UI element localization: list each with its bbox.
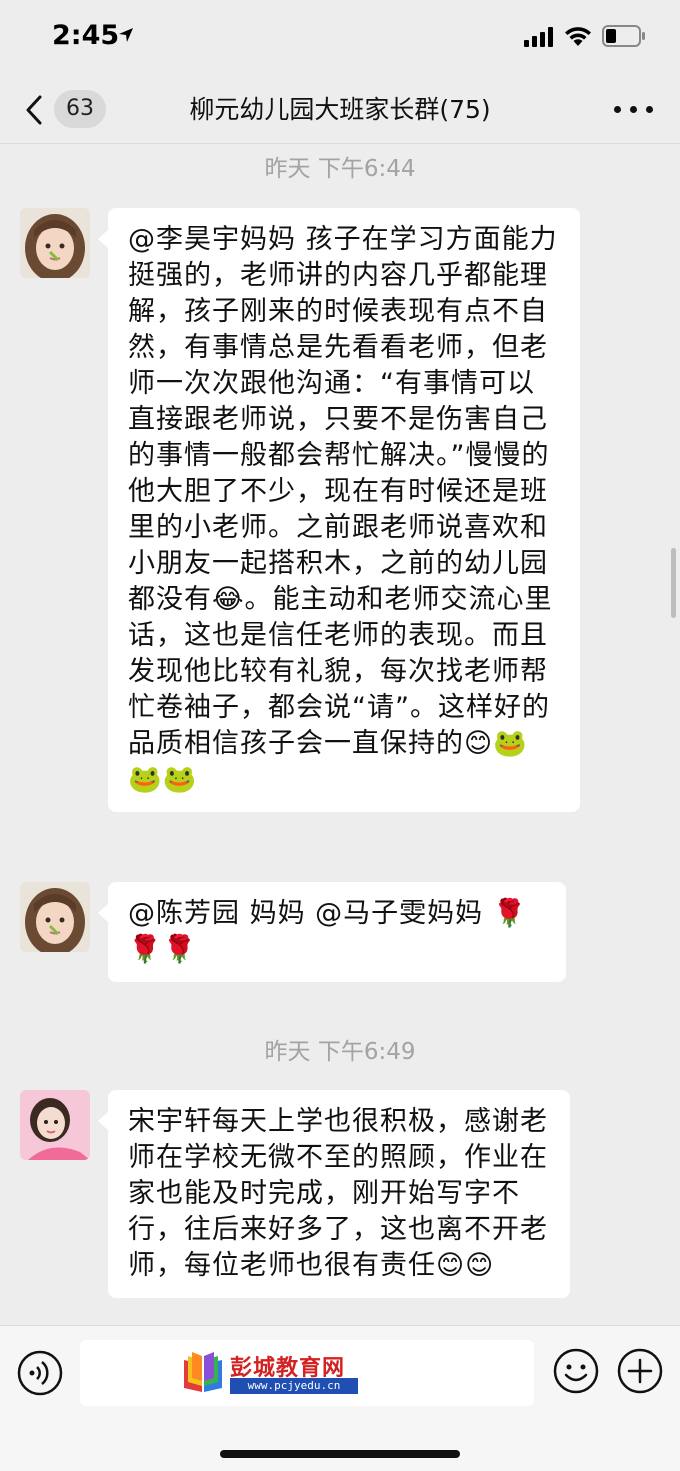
message-text: @陈芳园 妈妈 @马子雯妈妈 🌹🌹🌹 [128,898,528,965]
book-logo-icon [184,1352,222,1392]
emoji-icon[interactable] [553,1348,599,1394]
message-bubble[interactable]: 宋宇轩每天上学也很积极，感谢老师在学校无微不至的照顾，作业在家也能及时完成，刚开… [98,1090,570,1298]
message-bubble[interactable]: @陈芳园 妈妈 @马子雯妈妈 🌹🌹🌹 [98,882,566,982]
home-indicator[interactable] [220,1450,460,1458]
chat-header: 63 柳元幼儿园大班家长群(75) [0,76,680,144]
avatar[interactable] [20,1090,90,1160]
avatar[interactable] [20,882,90,952]
watermark-url: www.pcjyedu.cn [230,1378,358,1394]
voice-input-icon[interactable] [17,1350,63,1396]
message-input[interactable]: 彭城教育网 www.pcjyedu.cn [80,1340,534,1406]
back-arrow-icon[interactable] [22,94,48,126]
chat-title: 柳元幼儿园大班家长群(75) [189,95,491,124]
timestamp: 昨天 下午6:49 [264,1039,416,1065]
wifi-icon [565,27,591,46]
timestamp: 昨天 下午6:44 [264,156,416,182]
input-bar: 彭城教育网 www.pcjyedu.cn [0,1325,680,1471]
location-arrow-icon [119,28,133,42]
message-list[interactable]: 昨天 下午6:44 @李昊宇妈妈 孩子在学习方面能力挺强的，老师讲的内容几乎都能… [0,145,680,1325]
watermark-logo: 彭城教育网 www.pcjyedu.cn [180,1348,370,1398]
message-text: @李昊宇妈妈 孩子在学习方面能力挺强的，老师讲的内容几乎都能理解，孩子刚来的时候… [128,224,558,795]
avatar[interactable] [20,208,90,278]
battery-icon [602,25,645,47]
add-more-icon[interactable] [617,1348,663,1394]
message-bubble[interactable]: @李昊宇妈妈 孩子在学习方面能力挺强的，老师讲的内容几乎都能理解，孩子刚来的时候… [98,208,580,812]
avatar-girl-image [20,208,90,278]
more-options-icon[interactable] [614,104,654,116]
unread-count-badge[interactable]: 63 [54,90,106,128]
avatar-girl-pink-image [20,1090,90,1160]
message-text: 宋宇轩每天上学也很积极，感谢老师在学校无微不至的照顾，作业在家也能及时完成，刚开… [128,1106,548,1281]
avatar-girl-image [20,882,90,952]
cellular-signal-icon [524,27,553,47]
status-time: 2:45 [52,20,120,51]
scroll-indicator[interactable] [671,548,676,618]
status-bar: 2:45 [0,0,680,76]
